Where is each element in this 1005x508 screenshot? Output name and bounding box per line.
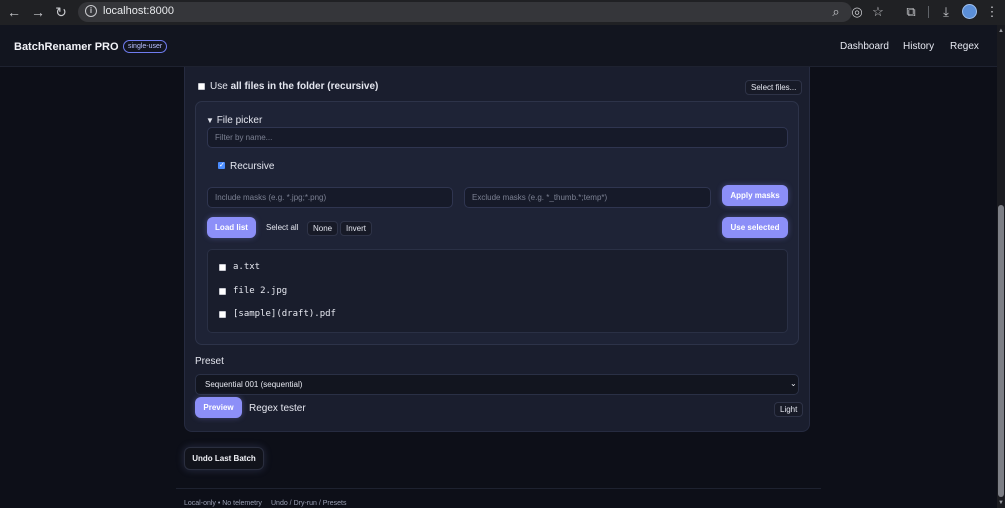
file-name: [sample](draft).pdf: [233, 309, 336, 319]
file-picker-summary[interactable]: ▼ File picker: [206, 115, 262, 126]
url-text[interactable]: localhost:8000: [103, 5, 174, 18]
recursive-label: Recursive: [230, 161, 275, 172]
select-none-button[interactable]: None: [307, 221, 339, 236]
recursive-checkbox[interactable]: ✓: [218, 162, 225, 169]
scroll-down-icon[interactable]: ▼: [998, 500, 1004, 506]
use-all-checkbox[interactable]: [198, 83, 205, 90]
footer-features: Undo / Dry-run / Presets: [271, 500, 347, 507]
address-bar[interactable]: [78, 2, 852, 22]
theme-toggle-button[interactable]: Light: [774, 402, 804, 417]
footer-privacy: Local-only • No telemetry: [184, 500, 262, 507]
download-icon[interactable]: ⤓: [938, 4, 954, 20]
preset-select[interactable]: Sequential 001 (sequential): [195, 374, 799, 395]
preview-button[interactable]: Preview: [195, 397, 242, 418]
toolbar-divider: [928, 6, 929, 18]
brand-title[interactable]: BatchRenamer PRO: [14, 41, 119, 53]
zoom-icon[interactable]: ⌕: [828, 4, 844, 20]
disclosure-open-icon: ▼: [206, 116, 214, 125]
extensions-icon[interactable]: ⧉: [903, 4, 919, 20]
load-list-button[interactable]: Load list: [207, 217, 256, 238]
exclude-masks-input[interactable]: Exclude masks (e.g. *_thumb.*;temp*): [464, 187, 711, 208]
file-name: file 2.jpg: [233, 286, 288, 296]
info-icon[interactable]: i: [85, 5, 97, 17]
include-masks-input[interactable]: Include masks (e.g. *.jpg;*.png): [207, 187, 453, 208]
chevron-down-icon: ⌄: [790, 379, 797, 388]
back-icon[interactable]: ←: [5, 4, 23, 20]
file-name: a.txt: [233, 262, 261, 272]
apply-masks-button[interactable]: Apply masks: [722, 185, 788, 206]
menu-icon[interactable]: ⋮: [984, 4, 1000, 20]
file-checkbox[interactable]: [219, 264, 226, 271]
nav-history[interactable]: History: [903, 41, 934, 52]
file-list: [207, 249, 788, 333]
use-selected-button[interactable]: Use selected: [722, 217, 788, 238]
filter-input[interactable]: Filter by name...: [207, 127, 788, 148]
mode-badge: single-user: [123, 40, 168, 53]
select-files-button[interactable]: Select files...: [745, 80, 803, 95]
file-checkbox[interactable]: [219, 288, 226, 295]
undo-last-batch-button[interactable]: Undo Last Batch: [184, 447, 264, 470]
select-all-button[interactable]: Select all: [261, 221, 303, 236]
nav-dashboard[interactable]: Dashboard: [840, 41, 889, 52]
nav-regex[interactable]: Regex: [950, 41, 979, 52]
reload-icon[interactable]: ↻: [52, 4, 70, 20]
eye-off-icon[interactable]: ◎: [849, 4, 865, 20]
star-icon[interactable]: ☆: [870, 4, 886, 20]
regex-tester-link[interactable]: Regex tester: [249, 403, 306, 414]
profile-icon[interactable]: [962, 4, 977, 19]
forward-icon[interactable]: →: [29, 4, 47, 20]
file-checkbox[interactable]: [219, 311, 226, 318]
invert-selection-button[interactable]: Invert: [340, 221, 373, 236]
scroll-up-icon[interactable]: ▲: [998, 28, 1004, 34]
footer-divider: [176, 488, 821, 489]
use-all-label: Use all files in the folder (recursive): [210, 81, 379, 92]
scrollbar-thumb[interactable]: [998, 205, 1004, 497]
preset-label: Preset: [195, 356, 224, 367]
